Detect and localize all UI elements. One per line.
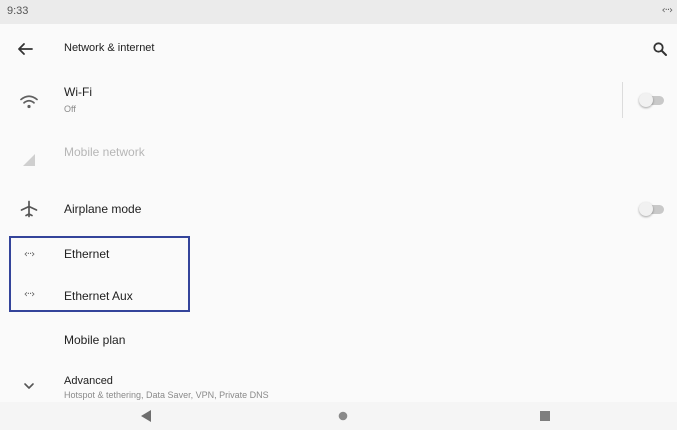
setting-mobile-plan[interactable]: Mobile plan: [0, 318, 677, 364]
setting-mobile-network[interactable]: Mobile network: [0, 130, 677, 180]
toggle-divider: [622, 82, 623, 118]
home-circle-icon: [338, 411, 348, 421]
system-nav-bar: [0, 402, 677, 430]
airplane-mode-title: Airplane mode: [64, 202, 142, 216]
nav-back-button[interactable]: [137, 408, 155, 424]
wifi-summary: Off: [64, 104, 76, 114]
setting-wifi[interactable]: Wi-Fi Off: [0, 74, 677, 128]
setting-advanced[interactable]: Advanced Hotspot & tethering, Data Saver…: [0, 366, 677, 402]
arrow-back-icon: [18, 43, 33, 55]
airplane-mode-toggle[interactable]: [639, 202, 665, 216]
nav-recents-button[interactable]: [536, 408, 554, 424]
wifi-title: Wi-Fi: [64, 85, 92, 99]
back-button[interactable]: [12, 36, 38, 62]
search-icon: [653, 42, 667, 56]
status-bar: 9:33 ‹··›: [0, 0, 677, 24]
setting-airplane-mode[interactable]: Airplane mode: [0, 186, 677, 232]
chevron-down-icon: [14, 374, 44, 398]
page-title: Network & internet: [64, 42, 155, 54]
status-time: 9:33: [7, 5, 29, 17]
search-button[interactable]: [647, 36, 673, 62]
ethernet-highlight-box: [9, 236, 190, 312]
advanced-summary: Hotspot & tethering, Data Saver, VPN, Pr…: [64, 390, 269, 400]
recents-square-icon: [540, 411, 550, 421]
advanced-title: Advanced: [64, 375, 113, 387]
airplane-icon: [14, 197, 44, 221]
wifi-icon: [14, 90, 44, 114]
signal-icon: [14, 148, 44, 172]
mobile-plan-title: Mobile plan: [64, 333, 126, 347]
wifi-toggle[interactable]: [639, 93, 665, 107]
app-toolbar: Network & internet: [0, 24, 677, 74]
nav-home-button[interactable]: [334, 408, 352, 424]
ethernet-status-icon: ‹··›: [661, 5, 673, 16]
back-triangle-icon: [141, 410, 151, 422]
mobile-network-title: Mobile network: [64, 145, 145, 159]
